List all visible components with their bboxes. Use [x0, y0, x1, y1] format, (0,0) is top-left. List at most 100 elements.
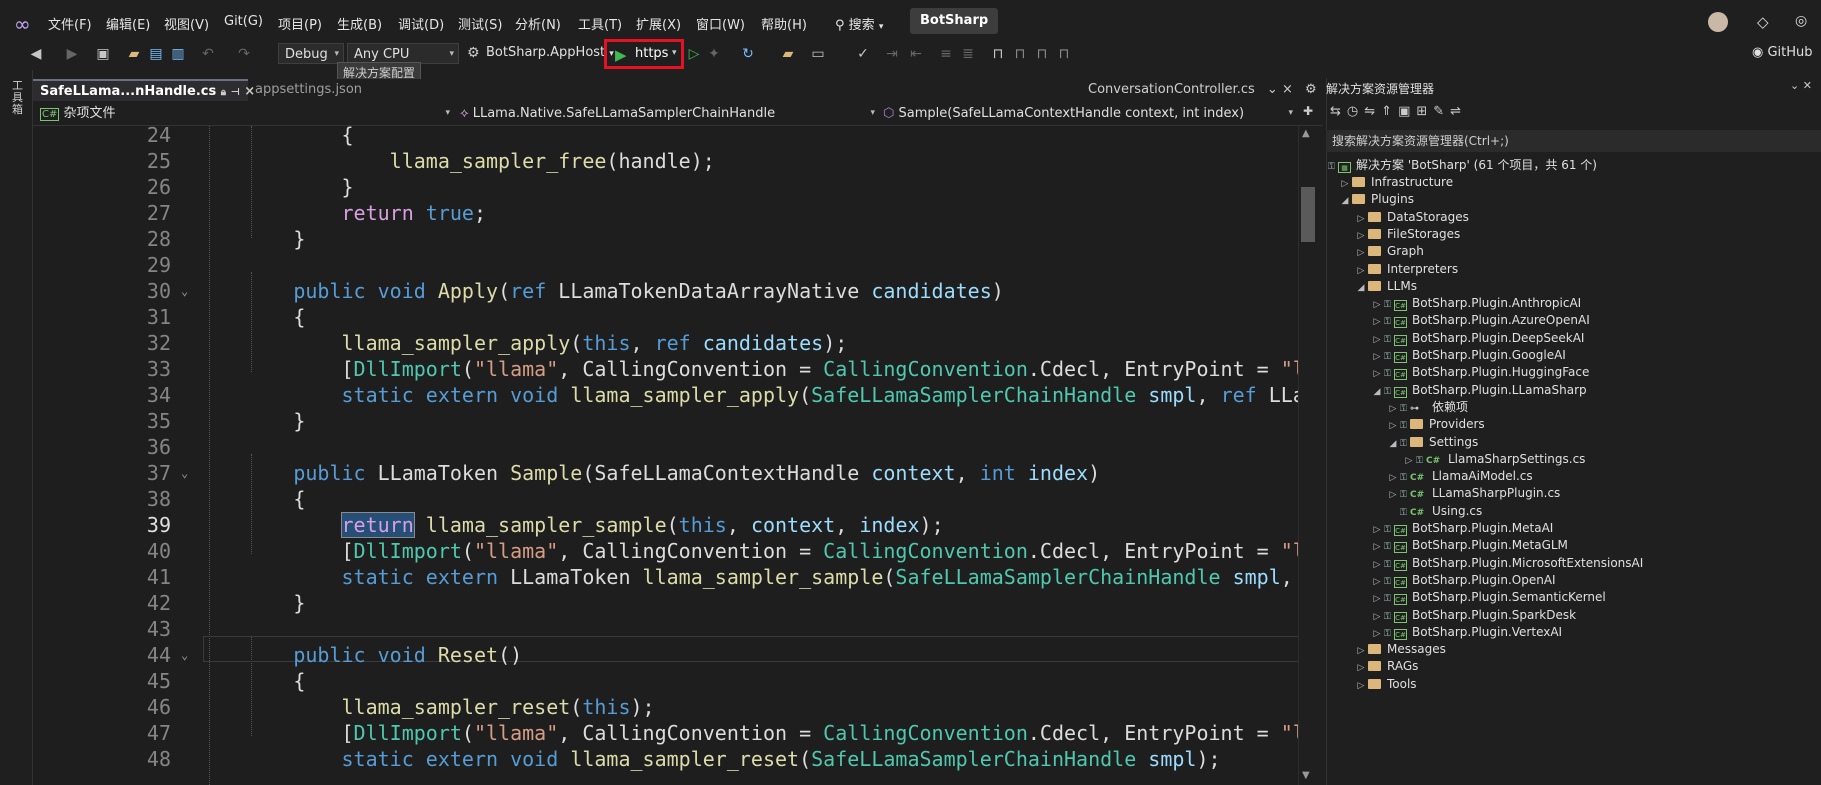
tree-item[interactable]: ▷ ⚿ C# BotSharp.Plugin.AzureOpenAI: [1370, 310, 1590, 330]
menu-item[interactable]: Git(G): [224, 14, 263, 29]
code-line[interactable]: 43: [33, 616, 1298, 642]
code-line[interactable]: 39 return llama_sampler_sample(this, con…: [33, 512, 1298, 538]
save-all-icon[interactable]: ▥: [170, 46, 186, 62]
code-line[interactable]: 33 [DllImport("llama", CallingConvention…: [33, 356, 1298, 382]
clear-bookmarks-icon[interactable]: ⊓: [1056, 46, 1072, 62]
code-line[interactable]: 47 [DllImport("llama", CallingConvention…: [33, 720, 1298, 746]
expanded-arrow-icon[interactable]: ◢: [1354, 278, 1368, 298]
code-line[interactable]: 42 }: [33, 590, 1298, 616]
bookmark-icon[interactable]: ⊓: [990, 46, 1006, 62]
expand-arrow-icon[interactable]: ▷: [1354, 676, 1368, 696]
scrollbar-thumb[interactable]: [1301, 187, 1315, 242]
code-line[interactable]: 25 llama_sampler_free(handle);: [33, 148, 1298, 174]
tree-item[interactable]: ▷ ⚿ Providers: [1386, 414, 1485, 434]
start-without-debugging-icon[interactable]: ▷: [686, 46, 702, 62]
menu-item[interactable]: 扩展(X): [636, 14, 681, 33]
toolbox-tab[interactable]: 工具箱: [12, 80, 26, 116]
sync-icon[interactable]: ⇆: [1330, 104, 1347, 119]
tree-item[interactable]: ▷ ⚿ C# BotSharp.Plugin.HuggingFace: [1370, 362, 1589, 382]
scroll-up-icon[interactable]: ▲: [1302, 128, 1310, 139]
settings-gear-icon[interactable]: ⚙: [1305, 82, 1317, 97]
project-dropdown[interactable]: C# 杂项文件 ▾: [40, 104, 450, 123]
tree-item[interactable]: ▷ ⚿ C# BotSharp.Plugin.SemanticKernel: [1370, 587, 1606, 607]
menu-item[interactable]: 工具(T): [578, 14, 622, 33]
restart-icon[interactable]: ↻: [740, 46, 756, 62]
redo-icon[interactable]: ↷: [236, 46, 252, 62]
scroll-down-icon[interactable]: ▼: [1302, 770, 1310, 781]
next-bookmark-icon[interactable]: ⊓: [1034, 46, 1050, 62]
prev-bookmark-icon[interactable]: ⊓: [1012, 46, 1028, 62]
tree-item[interactable]: ▷ Graph: [1354, 241, 1424, 261]
run-https-button[interactable]: ▶ https ▾: [604, 39, 684, 69]
hot-reload-icon[interactable]: ✦: [706, 46, 722, 62]
forward-icon[interactable]: ▶: [64, 46, 80, 62]
search-menu[interactable]: ⚲ 搜索 ▾: [835, 14, 883, 33]
new-project-icon[interactable]: ▣: [95, 46, 111, 62]
code-line[interactable]: 28 }: [33, 226, 1298, 252]
platform-select[interactable]: Any CPU ▾: [347, 43, 459, 64]
code-line[interactable]: 36: [33, 434, 1298, 460]
code-line[interactable]: 41 static extern LLamaToken llama_sample…: [33, 564, 1298, 590]
layout-icon[interactable]: ▭: [810, 46, 826, 62]
member-dropdown[interactable]: ⬡ Sample(SafeLLamaContextHandle context,…: [883, 104, 1293, 123]
code-line[interactable]: 32 llama_sampler_apply(this, ref candida…: [33, 330, 1298, 356]
spellcheck-icon[interactable]: ✓: [855, 46, 871, 62]
account-settings-icon[interactable]: ◎: [1795, 13, 1807, 29]
panel-options-icon[interactable]: ⌄ ✕: [1790, 79, 1812, 92]
code-line[interactable]: 31 {: [33, 304, 1298, 330]
code-line[interactable]: 44 ⌄ public void Reset(): [33, 642, 1298, 668]
solution-search-input[interactable]: 搜索解决方案资源管理器(Ctrl+;): [1326, 130, 1821, 152]
code-line[interactable]: 40 [DllImport("llama", CallingConvention…: [33, 538, 1298, 564]
history-icon[interactable]: ◷: [1347, 104, 1364, 119]
code-line[interactable]: 29: [33, 252, 1298, 278]
split-editor-icon[interactable]: ✚: [1303, 104, 1313, 118]
solution-name-badge[interactable]: BotSharp: [910, 8, 999, 34]
code-line[interactable]: 26 }: [33, 174, 1298, 200]
uncomment-icon[interactable]: ≣: [960, 46, 976, 62]
fold-toggle-icon[interactable]: ⌄: [181, 278, 188, 304]
menu-item[interactable]: 帮助(H): [761, 14, 807, 33]
tree-item[interactable]: ▷ ⚿ C# LLamaSharpPlugin.cs: [1386, 483, 1561, 503]
expanded-arrow-icon[interactable]: ◢: [1370, 382, 1384, 402]
fold-toggle-icon[interactable]: ⌄: [181, 460, 188, 486]
code-line[interactable]: 37 ⌄ public LLamaToken Sample(SafeLLamaCo…: [33, 460, 1298, 486]
outdent-icon[interactable]: ⇤: [908, 46, 924, 62]
type-dropdown[interactable]: ⟡ LLama.Native.SafeLLamaSamplerChainHand…: [460, 104, 875, 123]
tree-item[interactable]: ▷ RAGs: [1354, 656, 1419, 676]
copilot-icon[interactable]: ◇: [1757, 13, 1769, 31]
menu-item[interactable]: 视图(V): [164, 14, 209, 33]
tab-active-file[interactable]: SafeLLama...nHandle.cs 🔒︎ ⊣ ×: [33, 79, 255, 101]
open-folder-icon[interactable]: ▰: [126, 46, 142, 62]
indent-icon[interactable]: ⇥: [884, 46, 900, 62]
filter-icon[interactable]: ⊞: [1416, 104, 1433, 119]
code-line[interactable]: 45 {: [33, 668, 1298, 694]
code-line[interactable]: 34 static extern void llama_sampler_appl…: [33, 382, 1298, 408]
menu-item[interactable]: 编辑(E): [106, 14, 150, 33]
tab-appsettings[interactable]: appsettings.json: [253, 79, 362, 101]
code-line[interactable]: 48 static extern void llama_sampler_rese…: [33, 746, 1298, 772]
startup-project-select[interactable]: BotSharp.AppHost ▾: [486, 45, 614, 60]
menu-item[interactable]: 分析(N): [515, 14, 561, 33]
preview-icon[interactable]: ⇌: [1450, 104, 1467, 119]
code-editor[interactable]: 24 {25 llama_sampler_free(handle); 26 } 27…: [33, 126, 1298, 785]
comment-icon[interactable]: ≡: [938, 46, 954, 62]
tree-item[interactable]: ◢ Plugins: [1338, 189, 1414, 209]
code-line[interactable]: 46 llama_sampler_reset(this);: [33, 694, 1298, 720]
expanded-arrow-icon[interactable]: ◢: [1338, 191, 1352, 211]
undo-icon[interactable]: ↶: [200, 46, 216, 62]
menu-item[interactable]: 文件(F): [48, 14, 92, 33]
avatar[interactable]: [1708, 12, 1728, 32]
show-all-files-icon[interactable]: ▣: [1398, 104, 1416, 119]
tree-item[interactable]: ▷ ⚿ C# BotSharp.Plugin.MetaGLM: [1370, 535, 1568, 555]
pin-icon[interactable]: ⊣: [231, 87, 240, 98]
github-button[interactable]: ◉ GitHub: [1752, 45, 1813, 60]
code-line[interactable]: 30 ⌄ public void Apply(ref LLamaTokenData…: [33, 278, 1298, 304]
menu-item[interactable]: 测试(S): [458, 14, 502, 33]
browse-folder-icon[interactable]: ▰: [780, 46, 796, 62]
close-icon[interactable]: ×: [1282, 82, 1293, 97]
menu-item[interactable]: 调试(D): [398, 14, 444, 33]
wrench-icon[interactable]: ✎: [1433, 104, 1450, 119]
save-icon[interactable]: ▤: [148, 46, 164, 62]
code-line[interactable]: 38 {: [33, 486, 1298, 512]
collapse-all-icon[interactable]: ⇑: [1381, 104, 1398, 119]
